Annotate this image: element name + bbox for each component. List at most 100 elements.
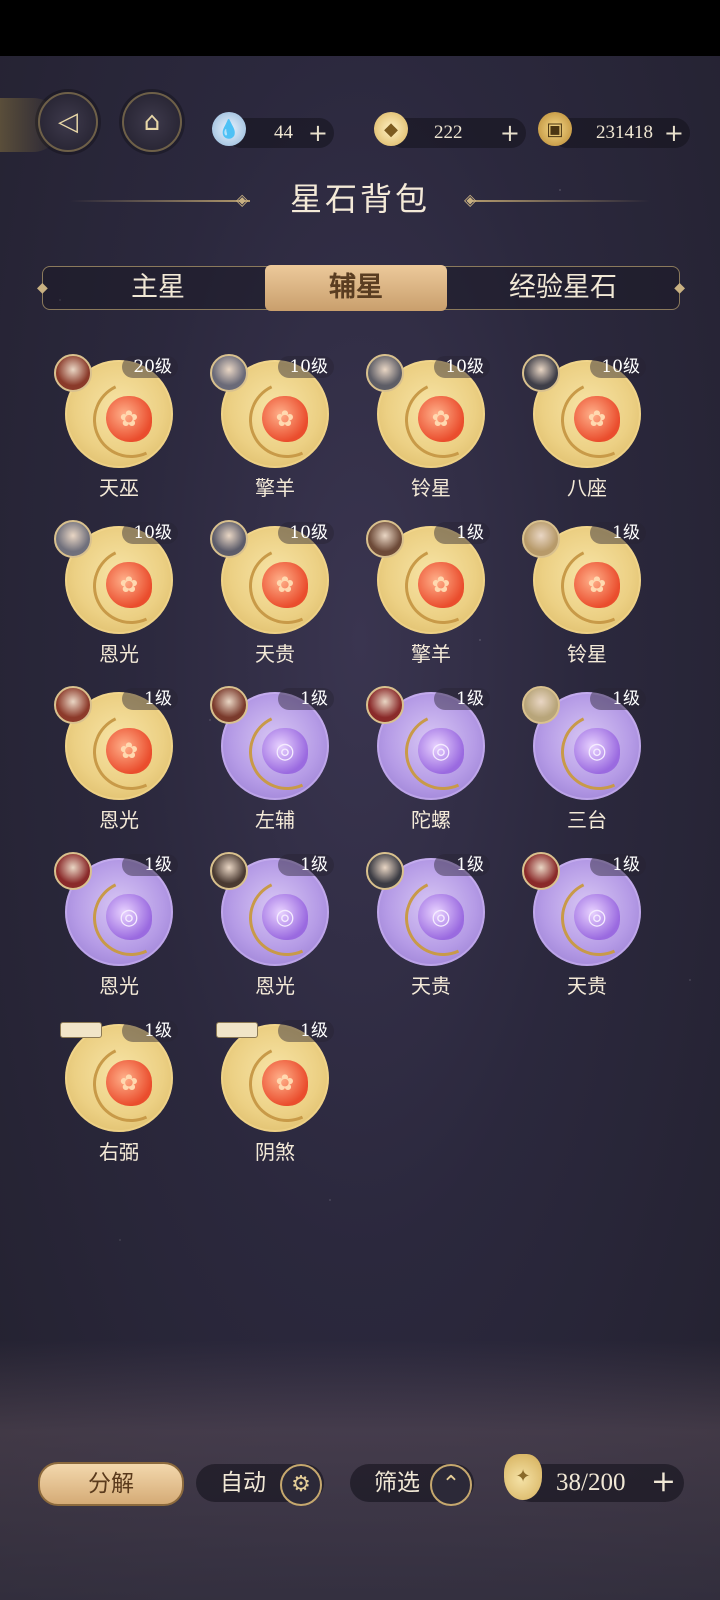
star-stone-item[interactable]: ✿ 1级阴煞 xyxy=(210,1018,340,1168)
capacity-plus[interactable]: + xyxy=(651,1464,676,1500)
star-stone-item[interactable]: ◎ 1级天贵 xyxy=(366,852,496,1002)
chevron-up-icon: ⌃ xyxy=(430,1464,472,1506)
stone-name: 阴煞 xyxy=(255,1140,295,1164)
violet-gem-icon: ◎ xyxy=(262,894,308,940)
star-stone-item[interactable]: ✿ 10级 天贵 xyxy=(210,520,340,670)
character-avatar xyxy=(210,520,248,558)
stone-name: 天贵 xyxy=(411,974,451,998)
filter-label: 筛选 xyxy=(374,1470,420,1496)
red-gem-icon: ✿ xyxy=(262,396,308,442)
star-stone-item[interactable]: ✿ 1级恩光 xyxy=(54,686,184,836)
currency-coin: ▣ 231418 + xyxy=(538,112,690,148)
back-button[interactable]: ◁ xyxy=(38,92,98,152)
stone-name: 三台 xyxy=(567,808,607,832)
stone-name: 擎羊 xyxy=(255,476,295,500)
character-avatar xyxy=(54,686,92,724)
violet-gem-icon: ◎ xyxy=(418,728,464,774)
star-stone-item[interactable]: ◎ 1级 左辅 xyxy=(210,686,340,836)
capacity-value: 38/200 xyxy=(556,1469,626,1496)
currency-coin-value: 231418 xyxy=(596,122,653,143)
red-gem-icon: ✿ xyxy=(106,728,152,774)
tab-main-star[interactable]: 主星 xyxy=(83,267,233,309)
red-gem-icon: ✿ xyxy=(418,562,464,608)
stone-name: 铃星 xyxy=(567,642,607,666)
character-avatar xyxy=(210,852,248,890)
character-avatar xyxy=(522,354,560,392)
star-stone-item[interactable]: ✿ 10级 擎羊 xyxy=(210,354,340,504)
star-stone-item[interactable]: ✿ 20级天巫 xyxy=(54,354,184,504)
currency-water: 💧 44 + xyxy=(212,112,334,148)
stone-name: 恩光 xyxy=(99,974,139,998)
star-stone-item[interactable]: ✿ 1级 铃星 xyxy=(522,520,652,670)
stone-level: 1级 xyxy=(122,1020,178,1042)
stone-level: 10级 xyxy=(590,356,646,378)
stone-level: 10级 xyxy=(434,356,490,378)
stone-level: 1级 xyxy=(590,688,646,710)
currency-coin-plus[interactable]: + xyxy=(664,118,684,148)
auto-button[interactable]: 自动 ⚙ xyxy=(196,1464,324,1506)
stone-name: 恩光 xyxy=(99,808,139,832)
character-avatar xyxy=(366,686,404,724)
character-avatar xyxy=(366,520,404,558)
star-stone-item[interactable]: ✿ 10级八座 xyxy=(522,354,652,504)
character-avatar xyxy=(522,520,560,558)
capacity-display: ✦ 38/200 + xyxy=(504,1454,684,1502)
star-stone-item[interactable]: ◎ 1级 天贵 xyxy=(522,852,652,1002)
red-gem-icon: ✿ xyxy=(574,396,620,442)
character-avatar xyxy=(522,686,560,724)
violet-gem-icon: ◎ xyxy=(418,894,464,940)
star-stone-item[interactable]: ◎ 1级 恩光 xyxy=(54,852,184,1002)
stone-name: 天巫 xyxy=(99,476,139,500)
red-gem-icon: ✿ xyxy=(262,562,308,608)
star-stone-item[interactable]: ✿ 1级 右弼 xyxy=(54,1018,184,1168)
violet-gem-icon: ◎ xyxy=(574,728,620,774)
stone-name: 陀螺 xyxy=(411,808,451,832)
red-gem-icon: ✿ xyxy=(262,1060,308,1106)
currency-water-plus[interactable]: + xyxy=(308,118,328,148)
stone-level: 1级 xyxy=(434,854,490,876)
stone-name: 铃星 xyxy=(411,476,451,500)
stone-name: 八座 xyxy=(567,476,607,500)
filter-button[interactable]: 筛选 ⌃ xyxy=(350,1464,474,1506)
star-stone-item[interactable]: ✿ 10级恩光 xyxy=(54,520,184,670)
home-button[interactable]: ⌂ xyxy=(122,92,182,152)
stone-name: 恩光 xyxy=(255,974,295,998)
star-stone-item[interactable]: ✿ 10级铃星 xyxy=(366,354,496,504)
red-gem-icon: ✿ xyxy=(418,396,464,442)
violet-gem-icon: ◎ xyxy=(574,894,620,940)
tab-edge-left: ◆ xyxy=(37,280,48,296)
currency-bag: ◆ 222 + xyxy=(374,112,526,148)
gear-icon: ⚙ xyxy=(280,1464,322,1506)
money-bag-icon: ◆ xyxy=(374,112,408,146)
red-gem-icon: ✿ xyxy=(106,562,152,608)
page-title: 星石背包 xyxy=(289,180,430,218)
tab-aux-star[interactable]: 辅星 xyxy=(265,265,447,311)
stone-level: 1级 xyxy=(434,688,490,710)
stone-name: 擎羊 xyxy=(411,642,451,666)
star-stone-item[interactable]: ◎ 1级陀螺 xyxy=(366,686,496,836)
violet-gem-icon: ◎ xyxy=(106,894,152,940)
star-stone-item[interactable]: ◎ 1级恩光 xyxy=(210,852,340,1002)
stone-level: 20级 xyxy=(122,356,178,378)
character-avatar xyxy=(210,354,248,392)
star-stone-item[interactable]: ◎ 1级三台 xyxy=(522,686,652,836)
currency-bag-plus[interactable]: + xyxy=(500,118,520,148)
red-gem-icon: ✿ xyxy=(574,562,620,608)
stone-name: 右弼 xyxy=(99,1140,139,1164)
stone-level: 1级 xyxy=(278,1020,334,1042)
stone-name: 天贵 xyxy=(567,974,607,998)
back-arrow-icon: ◁ xyxy=(58,107,78,137)
stone-name: 左辅 xyxy=(255,808,295,832)
stone-level: 1级 xyxy=(278,688,334,710)
tab-bar: ◆ ◆ 主星 辅星 经验星石 xyxy=(37,265,685,311)
stone-level: 1级 xyxy=(122,688,178,710)
stone-level: 10级 xyxy=(122,522,178,544)
star-stone-item[interactable]: ✿ 1级 擎羊 xyxy=(366,520,496,670)
banner-icon xyxy=(216,1022,258,1038)
red-gem-icon: ✿ xyxy=(106,396,152,442)
stone-name: 恩光 xyxy=(99,642,139,666)
stone-level: 1级 xyxy=(278,854,334,876)
tab-exp-stone[interactable]: 经验星石 xyxy=(473,267,653,309)
banner-icon xyxy=(60,1022,102,1038)
decompose-button[interactable]: 分解 xyxy=(38,1462,184,1506)
